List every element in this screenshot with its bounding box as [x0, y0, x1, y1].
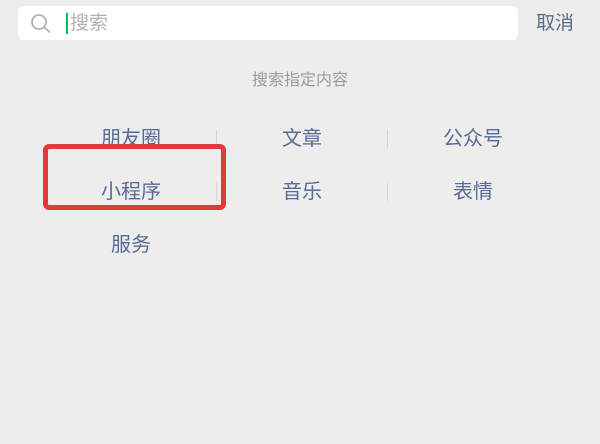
- category-official-accounts[interactable]: 公众号: [388, 112, 558, 165]
- category-row: 服务: [46, 218, 558, 271]
- category-articles[interactable]: 文章: [217, 112, 387, 165]
- cancel-button[interactable]: 取消: [536, 6, 574, 40]
- category-services[interactable]: 服务: [46, 218, 216, 271]
- category-grid: 朋友圈 文章 公众号 小程序 音乐 表情 服务: [46, 112, 558, 271]
- category-moments[interactable]: 朋友圈: [46, 112, 216, 165]
- category-mini-programs[interactable]: 小程序: [46, 165, 216, 218]
- search-input[interactable]: [68, 6, 508, 40]
- category-row: 朋友圈 文章 公众号: [46, 112, 558, 165]
- search-bar[interactable]: [18, 6, 518, 40]
- category-stickers[interactable]: 表情: [388, 165, 558, 218]
- category-row: 小程序 音乐 表情: [46, 165, 558, 218]
- search-icon: [31, 14, 51, 33]
- category-music[interactable]: 音乐: [217, 165, 387, 218]
- section-title: 搜索指定内容: [251, 70, 348, 89]
